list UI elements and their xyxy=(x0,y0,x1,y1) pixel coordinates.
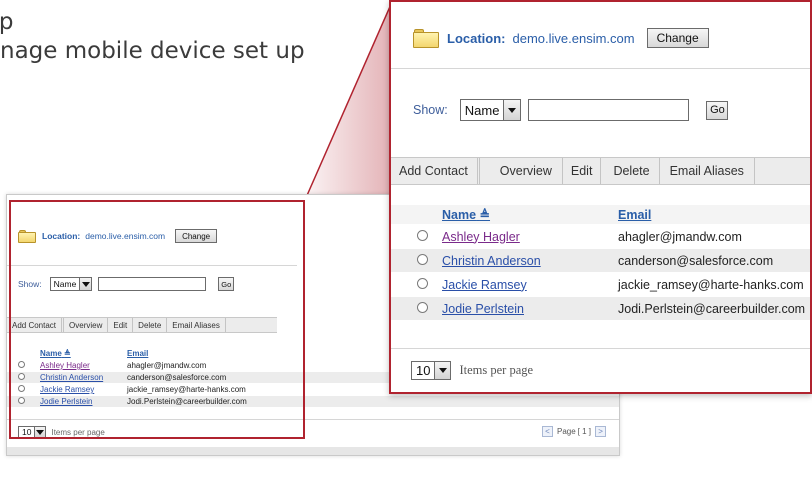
prev-page-button[interactable]: < xyxy=(542,426,553,437)
radio-unselected-icon[interactable] xyxy=(18,373,25,380)
overview-button[interactable]: Overview xyxy=(64,318,109,332)
per-page-label: Items per page xyxy=(51,427,105,437)
contact-name-link[interactable]: Jodie Perlstein xyxy=(442,302,618,316)
filter-row: Show: Name Go xyxy=(413,99,729,121)
email-column-header[interactable]: Email xyxy=(127,349,148,358)
chevron-down-icon[interactable] xyxy=(503,100,521,120)
location-value: demo.live.ensim.com xyxy=(85,231,166,241)
folder-icon xyxy=(18,229,36,243)
location-row: Location: demo.live.ensim.com Change xyxy=(413,28,709,48)
action-toolbar: Add Contact Overview Edit Delete Email A… xyxy=(391,157,810,185)
pager: < Page [ 1 ] > xyxy=(542,426,607,437)
table-header: Name ≜ Email xyxy=(391,205,810,225)
filter-row: Show: Name Go xyxy=(18,277,235,291)
table-row[interactable]: Jodie Perlstein Jodi.Perlstein@careerbui… xyxy=(391,297,810,321)
field-select-value: Name xyxy=(464,102,500,118)
show-label: Show: xyxy=(413,103,448,117)
per-page-row: 10 Items per page xyxy=(411,361,533,380)
change-button[interactable]: Change xyxy=(646,28,709,48)
action-toolbar: Add Contact Overview Edit Delete Email A… xyxy=(7,317,277,333)
contact-name-link[interactable]: Jodie Perlstein xyxy=(40,397,127,406)
contact-email: canderson@salesforce.com xyxy=(618,253,774,268)
show-label: Show: xyxy=(18,279,42,289)
field-select[interactable]: Name xyxy=(459,99,522,121)
overview-button[interactable]: Overview xyxy=(480,158,563,184)
edit-button[interactable]: Edit xyxy=(563,158,602,184)
radio-unselected-icon[interactable] xyxy=(18,397,25,404)
search-input[interactable] xyxy=(528,99,690,121)
per-page-select[interactable]: 10 xyxy=(18,426,47,438)
contact-name-link[interactable]: Christin Anderson xyxy=(40,373,127,382)
page-indicator: [ 1 ] xyxy=(577,427,592,436)
email-column-header[interactable]: Email xyxy=(618,208,651,222)
contact-email: jackie_ramsey@harte-hanks.com xyxy=(618,277,804,292)
edit-button[interactable]: Edit xyxy=(108,318,134,332)
chevron-down-icon[interactable] xyxy=(79,278,92,290)
email-aliases-button[interactable]: Email Aliases xyxy=(660,158,755,184)
add-contact-button[interactable]: Add Contact xyxy=(391,158,480,184)
sort-ascending-icon: ≜ xyxy=(64,348,71,358)
field-select[interactable]: Name xyxy=(49,277,93,291)
next-page-button[interactable]: > xyxy=(595,426,607,437)
change-button[interactable]: Change xyxy=(175,229,218,243)
zoomed-screenshot: Location: demo.live.ensim.com Change Sho… xyxy=(389,0,812,394)
radio-selected-icon[interactable] xyxy=(18,361,25,368)
radio-selected-icon[interactable] xyxy=(417,229,428,241)
location-value: demo.live.ensim.com xyxy=(512,30,635,46)
folder-icon xyxy=(413,28,439,48)
per-page-value: 10 xyxy=(416,363,431,378)
contact-name-link[interactable]: Ashley Hagler xyxy=(442,230,618,244)
radio-unselected-icon[interactable] xyxy=(417,277,428,289)
location-label: Location: xyxy=(447,30,506,46)
contact-name-link[interactable]: Ashley Hagler xyxy=(40,361,127,370)
go-button[interactable]: Go xyxy=(218,277,235,291)
sort-ascending-icon: ≜ xyxy=(479,208,491,222)
contact-email: ahagler@jmandw.com xyxy=(127,361,207,370)
field-select-value: Name xyxy=(53,279,77,289)
email-aliases-button[interactable]: Email Aliases xyxy=(167,318,226,332)
per-page-label: Items per page xyxy=(459,363,534,377)
per-page-select[interactable]: 10 xyxy=(411,361,452,380)
location-row: Location: demo.live.ensim.com Change xyxy=(18,229,218,243)
delete-button[interactable]: Delete xyxy=(601,158,660,184)
chevron-down-icon[interactable] xyxy=(34,427,46,437)
contact-name-link[interactable]: Jackie Ramsey xyxy=(40,385,127,394)
go-button[interactable]: Go xyxy=(706,100,729,120)
contact-email: ahagler@jmandw.com xyxy=(618,229,742,244)
name-column-header[interactable]: Name ≜ xyxy=(40,349,127,358)
contacts-table: Name ≜ Email Ashley Hagler ahagler@jmand… xyxy=(391,205,810,321)
contact-email: Jodi.Perlstein@careerbuilder.com xyxy=(618,301,806,316)
table-row[interactable]: Christin Anderson canderson@salesforce.c… xyxy=(391,249,810,273)
table-row[interactable]: Jodie Perlstein Jodi.Perlstein@careerbui… xyxy=(7,396,619,408)
per-page-row: 10 Items per page xyxy=(18,426,105,438)
contact-email: Jodi.Perlstein@careerbuilder.com xyxy=(127,397,247,406)
radio-unselected-icon[interactable] xyxy=(417,253,428,265)
add-contact-button[interactable]: Add Contact xyxy=(7,318,65,332)
contact-name-link[interactable]: Christin Anderson xyxy=(442,254,618,268)
contact-email: jackie_ramsey@harte-hanks.com xyxy=(127,385,246,394)
radio-unselected-icon[interactable] xyxy=(18,385,25,392)
search-input[interactable] xyxy=(98,277,207,291)
name-column-header[interactable]: Name ≜ xyxy=(442,207,618,222)
contact-name-link[interactable]: Jackie Ramsey xyxy=(442,278,618,292)
location-label: Location: xyxy=(42,231,81,241)
per-page-value: 10 xyxy=(22,427,32,437)
table-row[interactable]: Ashley Hagler ahagler@jmandw.com xyxy=(391,225,810,249)
chevron-down-icon[interactable] xyxy=(434,362,451,379)
contact-email: canderson@salesforce.com xyxy=(127,373,227,382)
radio-unselected-icon[interactable] xyxy=(417,301,428,313)
page-label: Page xyxy=(557,427,576,436)
delete-button[interactable]: Delete xyxy=(133,318,168,332)
table-row[interactable]: Jackie Ramsey jackie_ramsey@harte-hanks.… xyxy=(391,273,810,297)
